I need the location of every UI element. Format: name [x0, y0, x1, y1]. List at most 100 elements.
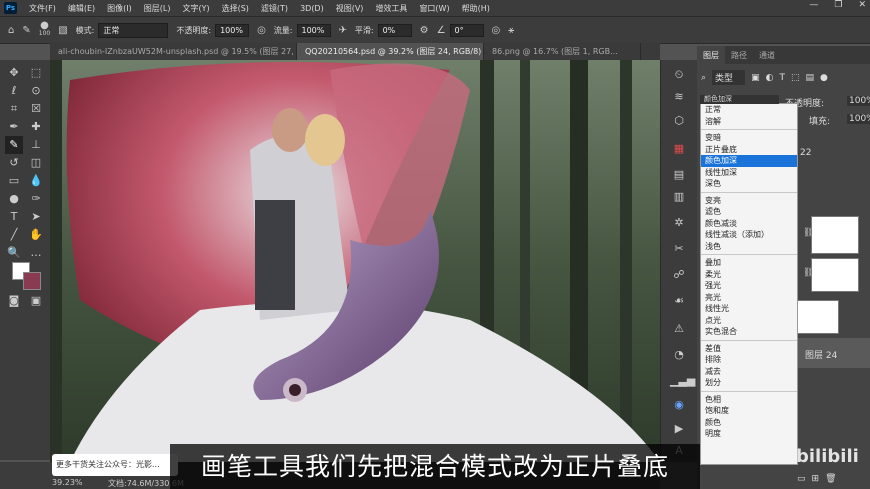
pressure-size-icon[interactable]: ◎	[492, 25, 501, 36]
marquee-tool-icon[interactable]: ⬚	[27, 64, 45, 82]
maximize-icon[interactable]: ❐	[834, 0, 842, 10]
menu-view[interactable]: 视图(V)	[330, 3, 370, 14]
pen-tool-icon[interactable]: ✑	[27, 190, 45, 208]
fill-field[interactable]: 100%	[847, 114, 870, 124]
blend-option[interactable]: 深色	[701, 178, 797, 190]
flow-field[interactable]: 100%	[296, 23, 331, 37]
tab-paths[interactable]: 路径	[725, 46, 753, 64]
blend-option[interactable]: 颜色减淡	[701, 218, 797, 230]
stamp-tool-icon[interactable]: ⊥	[27, 136, 45, 154]
quick-mask-icon[interactable]: ◙	[5, 292, 23, 310]
blend-option[interactable]: 柔光	[701, 269, 797, 281]
zoom-tool-icon[interactable]: 🔍	[5, 244, 23, 262]
blend-option[interactable]: 正常	[701, 104, 797, 116]
tab-channels[interactable]: 通道	[753, 46, 781, 64]
blend-option[interactable]: 亮光	[701, 292, 797, 304]
filter-shape-icon[interactable]: ⬚	[791, 73, 800, 83]
menu-select[interactable]: 选择(S)	[216, 3, 255, 14]
blend-option[interactable]: 明度	[701, 428, 797, 440]
angle-field[interactable]: 0°	[449, 23, 484, 37]
blend-option[interactable]: 实色混合	[701, 326, 797, 338]
blend-option[interactable]: 线性光	[701, 303, 797, 315]
menu-window[interactable]: 窗口(W)	[413, 3, 455, 14]
menu-3d[interactable]: 3D(D)	[294, 4, 330, 13]
play-icon[interactable]: ▶	[670, 422, 688, 438]
blend-option[interactable]: 划分	[701, 377, 797, 389]
layer-filter-select[interactable]: 类型	[712, 70, 746, 85]
menu-type[interactable]: 文字(Y)	[176, 3, 215, 14]
home-icon[interactable]: ⌂	[8, 25, 14, 36]
blend-option[interactable]: 差值	[701, 343, 797, 355]
brushes-icon[interactable]: ☙	[670, 294, 688, 310]
blend-option[interactable]: 线性减淡（添加）	[701, 229, 797, 241]
new-layer-icon[interactable]: ⊞	[812, 474, 820, 484]
tab-document-1[interactable]: ali-choubin-IZnbzaUW52M-unsplash.psd @ 1…	[50, 43, 297, 60]
history-icon[interactable]: ⏲	[670, 68, 688, 84]
blend-option[interactable]: 滤色	[701, 206, 797, 218]
blend-option[interactable]: 线性加深	[701, 167, 797, 179]
blend-option[interactable]: 变亮	[701, 195, 797, 207]
screen-mode-icon[interactable]: ▣	[27, 292, 45, 310]
blend-option-selected[interactable]: 颜色加深	[701, 155, 797, 167]
blend-option[interactable]: 减去	[701, 366, 797, 378]
blend-option[interactable]: 正片叠底	[701, 144, 797, 156]
blend-mode-select[interactable]: 颜色加深	[700, 95, 779, 104]
frame-tool-icon[interactable]: ☒	[27, 100, 45, 118]
symmetry-icon[interactable]: ⚹	[508, 25, 514, 36]
info-icon[interactable]: ⚠	[670, 322, 688, 338]
brush-tool-icon[interactable]: ✎	[22, 25, 30, 36]
gradients-icon[interactable]: ▥	[670, 190, 688, 206]
trash-icon[interactable]: 🗑	[825, 474, 836, 484]
menu-edit[interactable]: 编辑(E)	[62, 3, 101, 14]
libraries-icon[interactable]: ☍	[670, 268, 688, 284]
layer-row-active[interactable]: 图层 24	[795, 338, 870, 368]
quick-select-tool-icon[interactable]: ⊙	[27, 82, 45, 100]
airbrush-icon[interactable]: ✈	[339, 25, 347, 36]
filter-toggle-icon[interactable]: ●	[820, 73, 828, 83]
dodge-tool-icon[interactable]: ●	[5, 190, 23, 208]
tab-layers[interactable]: 图层	[697, 46, 725, 64]
move-tool-icon[interactable]: ✥	[5, 64, 23, 82]
document-canvas[interactable]	[50, 60, 660, 462]
gradient-tool-icon[interactable]: ▭	[5, 172, 23, 190]
actions-icon[interactable]: ◉	[670, 398, 688, 414]
color-icon[interactable]: ▦	[670, 142, 688, 158]
menu-filter[interactable]: 滤镜(T)	[255, 3, 294, 14]
filter-pixel-icon[interactable]: ▣	[751, 73, 760, 83]
brush-preset-picker[interactable]: ● 100	[39, 21, 50, 38]
zoom-level[interactable]: 39.23%	[52, 478, 83, 487]
background-color-swatch[interactable]	[23, 272, 41, 290]
menu-image[interactable]: 图像(I)	[101, 3, 138, 14]
lasso-tool-icon[interactable]: ℓ	[5, 82, 23, 100]
healing-tool-icon[interactable]: ✚	[27, 118, 45, 136]
histogram-icon[interactable]: ▁▃▅	[670, 374, 695, 390]
adjustments-icon[interactable]: ≋	[670, 90, 688, 106]
line-tool-icon[interactable]: ╱	[5, 226, 23, 244]
filter-adjustment-icon[interactable]: ◐	[766, 73, 774, 83]
opacity-field[interactable]: 100%	[847, 96, 870, 106]
close-icon[interactable]: ✕	[858, 0, 866, 10]
eraser-tool-icon[interactable]: ◫	[27, 154, 45, 172]
navigator-icon[interactable]: ◔	[670, 348, 688, 364]
swatches-icon[interactable]: ▤	[670, 168, 688, 184]
layer-mask-thumbnail[interactable]	[811, 258, 859, 292]
blend-option[interactable]: 叠加	[701, 257, 797, 269]
layer-mask-thumbnail[interactable]	[811, 216, 859, 254]
blend-option[interactable]: 色相	[701, 394, 797, 406]
eyedropper-tool-icon[interactable]: ✒	[5, 118, 23, 136]
3d-icon[interactable]: ⬡	[670, 114, 688, 130]
blend-option[interactable]: 浅色	[701, 241, 797, 253]
more-tools-icon[interactable]: …	[27, 244, 45, 262]
opacity-field[interactable]: 100%	[215, 23, 250, 37]
filter-type-icon[interactable]: T	[779, 73, 785, 83]
crop-tool-icon[interactable]: ⌗	[5, 100, 23, 118]
blend-mode-dropdown[interactable]: 正常 溶解 变暗 正片叠底 颜色加深 线性加深 深色 变亮 滤色 颜色减淡 线性…	[700, 103, 798, 465]
smooth-field[interactable]: 0%	[377, 23, 412, 37]
blend-option[interactable]: 颜色	[701, 417, 797, 429]
tab-document-2[interactable]: QQ20210564.psd @ 39.2% (图层 24, RGB/8) *	[297, 43, 484, 60]
minimize-icon[interactable]: —	[809, 0, 818, 10]
patterns-icon[interactable]: ✲	[670, 216, 688, 232]
menu-plugins[interactable]: 增效工具	[369, 3, 413, 14]
pressure-opacity-icon[interactable]: ◎	[257, 25, 266, 36]
blend-option[interactable]: 饱和度	[701, 405, 797, 417]
